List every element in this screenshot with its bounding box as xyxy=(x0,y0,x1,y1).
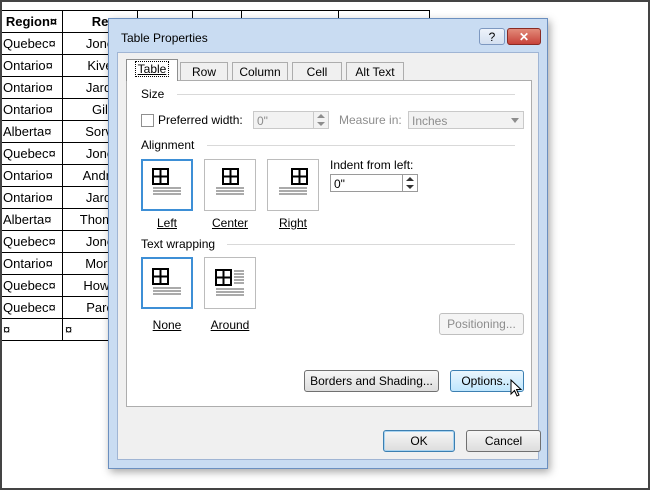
alignment-heading: Alignment xyxy=(141,138,195,152)
indent-spinner[interactable] xyxy=(402,174,417,192)
align-center-label: Center xyxy=(211,216,249,230)
align-left-label: Left xyxy=(156,216,177,230)
tab-cell[interactable]: Cell xyxy=(292,62,342,80)
help-button[interactable]: ? xyxy=(479,28,505,45)
preferred-width-value: 0" xyxy=(257,114,268,128)
tab-alt-text[interactable]: Alt Text xyxy=(346,62,404,80)
measure-in-label: Measure in: xyxy=(339,113,402,127)
indent-from-left-label: Indent from left: xyxy=(330,158,414,172)
size-divider xyxy=(177,94,515,95)
tab-table[interactable]: Table xyxy=(126,59,178,81)
align-center-icon xyxy=(216,168,244,195)
text-wrapping-heading: Text wrapping xyxy=(141,237,216,251)
cancel-button[interactable]: Cancel xyxy=(466,430,541,452)
align-left-icon xyxy=(152,168,181,195)
align-center-option[interactable] xyxy=(204,159,256,211)
wrap-around-icon xyxy=(215,269,244,296)
align-right-option[interactable] xyxy=(267,159,319,211)
preferred-width-field[interactable]: 0" xyxy=(253,111,329,129)
mouse-cursor-icon xyxy=(510,379,523,397)
wrap-none-option[interactable] xyxy=(141,257,193,309)
text-wrapping-divider xyxy=(227,244,515,245)
table-properties-dialog: Table Properties ? ✕ Table Row Column Ce… xyxy=(108,18,548,469)
preferred-width-spinner[interactable] xyxy=(313,111,328,129)
spin-up-icon xyxy=(406,177,414,181)
alignment-divider xyxy=(207,145,515,146)
indent-from-left-field[interactable]: 0" xyxy=(330,174,418,192)
wrap-around-label: Around xyxy=(210,318,250,332)
align-left-option[interactable] xyxy=(141,159,193,211)
dialog-title: Table Properties xyxy=(121,31,208,45)
spin-down-icon xyxy=(406,185,414,189)
spin-down-icon xyxy=(317,122,325,126)
borders-and-shading-button[interactable]: Borders and Shading... xyxy=(304,370,439,392)
tab-column[interactable]: Column xyxy=(232,62,288,80)
tab-page-table: Size Preferred width: 0" Measure in: Inc… xyxy=(126,80,532,407)
wrap-around-option[interactable] xyxy=(204,257,256,309)
preferred-width-label: Preferred width: xyxy=(158,113,243,127)
preferred-width-checkbox[interactable] xyxy=(141,114,154,127)
align-right-icon xyxy=(279,168,308,195)
indent-from-left-value: 0" xyxy=(334,177,345,191)
positioning-button[interactable]: Positioning... xyxy=(439,313,524,335)
wrap-none-label: None xyxy=(152,318,182,332)
size-heading: Size xyxy=(141,87,165,101)
measure-in-dropdown[interactable]: Inches xyxy=(408,111,524,129)
spin-up-icon xyxy=(317,114,325,118)
wrap-none-icon xyxy=(152,268,181,295)
ok-button[interactable]: OK xyxy=(383,430,455,452)
chevron-down-icon xyxy=(511,118,519,123)
dialog-client-area: Table Row Column Cell Alt Text Size Pref… xyxy=(117,52,541,460)
measure-in-value: Inches xyxy=(412,114,448,128)
close-button[interactable]: ✕ xyxy=(507,28,541,45)
tab-row[interactable]: Row xyxy=(180,62,228,80)
align-right-label: Right xyxy=(278,216,307,230)
